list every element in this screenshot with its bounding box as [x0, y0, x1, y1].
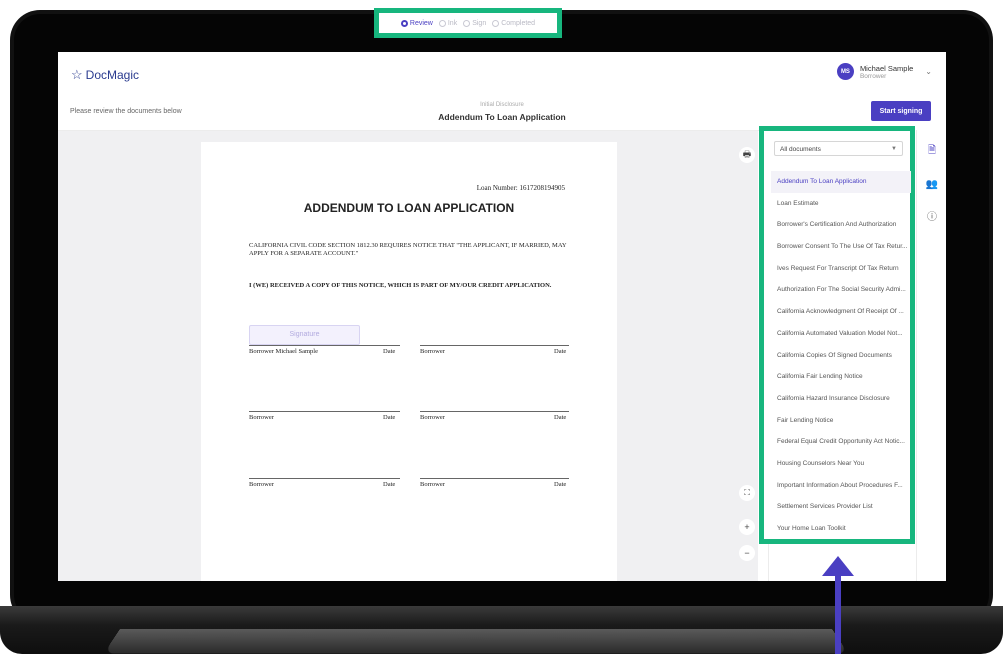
document-list-item[interactable]: Ives Request For Transcript Of Tax Retur… [771, 258, 911, 280]
document-list-item[interactable]: Addendum To Loan Application [771, 171, 911, 193]
date-label: Date [554, 481, 567, 488]
document-list-item[interactable]: California Fair Lending Notice [771, 366, 911, 388]
step-label: Sign [472, 19, 487, 27]
user-name: Michael Sample [859, 63, 914, 73]
signature-line [420, 411, 569, 412]
document-list-item[interactable]: California Automated Valuation Model Not… [771, 323, 911, 345]
date-label: Date [383, 348, 396, 355]
step-indicator-icon [400, 19, 408, 27]
document-icon[interactable]: 🗎 [925, 144, 939, 158]
top-bar: ☆ DocMagic MS Michael Sample Borrower ⌄ [58, 52, 946, 98]
zoom-in-button[interactable]: + [739, 519, 755, 535]
document-list-item[interactable]: Borrower Consent To The Use Of Tax Retur… [771, 236, 911, 258]
receipt-text: I (WE) RECEIVED A COPY OF THIS NOTICE, W… [249, 282, 552, 289]
document-list-item[interactable]: Your Home Loan Toolkit [771, 518, 911, 540]
signer-label: Borrower [420, 348, 445, 355]
document-filter-value: All documents [780, 146, 821, 153]
step-label: Review [409, 19, 433, 27]
signer-label: Borrower Michael Sample [249, 348, 318, 355]
avatar: MS [836, 63, 854, 80]
document-category: Initial Disclosure [480, 102, 524, 108]
document-list-item[interactable]: California Copies Of Signed Documents [771, 345, 911, 367]
signature-field[interactable]: Signature [249, 325, 360, 345]
document-heading: ADDENDUM TO LOAN APPLICATION [303, 201, 515, 215]
brand-name: DocMagic [85, 68, 140, 82]
start-signing-button[interactable]: Start signing [871, 101, 931, 121]
user-role: Borrower [859, 72, 887, 80]
date-label: Date [554, 414, 567, 421]
zoom-out-button[interactable]: − [739, 545, 755, 561]
signature-line [420, 478, 569, 479]
signer-label: Borrower [420, 481, 445, 488]
loan-number: Loan Number: 1617208194905 [476, 184, 565, 192]
step-ink: Ink [438, 19, 458, 27]
document-list-item[interactable]: Housing Counselors Near You [771, 453, 911, 475]
document-list-item[interactable]: California Acknowledgment Of Receipt Of … [771, 301, 911, 323]
step-review: Review [400, 19, 433, 27]
caret-down-icon: ▼ [891, 146, 897, 152]
document-viewer[interactable]: Loan Number: 1617208194905 ADDENDUM TO L… [58, 131, 758, 581]
side-rail: 🗎 👥 ⓘ [916, 130, 946, 581]
notice-text: CALIFORNIA CIVIL CODE SECTION 1812.30 RE… [249, 242, 567, 257]
signature-line [249, 411, 400, 412]
callout-arrow [835, 572, 841, 654]
date-label: Date [383, 481, 396, 488]
document-list-item[interactable]: Loan Estimate [771, 193, 911, 215]
step-indicator-icon [492, 19, 500, 27]
document-list-item[interactable]: Federal Equal Credit Opportunity Act Not… [771, 431, 911, 453]
user-menu[interactable]: MS Michael Sample Borrower ⌄ [836, 63, 932, 80]
laptop-hinge [103, 629, 849, 654]
step-completed: Completed [492, 19, 536, 27]
document-list-item[interactable]: Important Information About Procedures F… [771, 475, 911, 497]
step-indicator-icon [463, 19, 471, 27]
date-label: Date [554, 348, 567, 355]
document-page: Loan Number: 1617208194905 ADDENDUM TO L… [201, 142, 617, 581]
step-label: Completed [501, 19, 536, 27]
signer-label: Borrower [420, 414, 445, 421]
signers-icon[interactable]: 👥 [925, 177, 939, 191]
step-indicator-icon [438, 19, 446, 27]
chevron-down-icon[interactable]: ⌄ [925, 67, 932, 76]
document-filter-select[interactable]: All documents ▼ [774, 141, 903, 156]
brand-logo[interactable]: ☆ DocMagic [71, 67, 139, 83]
signature-line [420, 345, 569, 346]
document-list: Addendum To Loan Application Loan Estimat… [771, 171, 911, 540]
step-label: Ink [447, 19, 458, 27]
document-list-item[interactable]: Settlement Services Provider List [771, 496, 911, 518]
document-list-panel: All documents ▼ Addendum To Loan Applica… [759, 126, 915, 544]
document-list-item[interactable]: California Hazard Insurance Disclosure [771, 388, 911, 410]
info-icon[interactable]: ⓘ [925, 208, 939, 223]
document-list-item[interactable]: Fair Lending Notice [771, 410, 911, 432]
signer-label: Borrower [249, 481, 274, 488]
progress-steps: Review Ink Sign Completed [374, 8, 562, 38]
printer-icon[interactable]: 🖶 [739, 147, 755, 163]
document-list-item[interactable]: Authorization For The Social Security Ad… [771, 279, 911, 301]
signer-label: Borrower [249, 414, 274, 421]
document-list-item[interactable]: Borrower's Certification And Authorizati… [771, 214, 911, 236]
fullscreen-icon[interactable]: ⛶ [739, 485, 755, 501]
current-document-title: Addendum To Loan Application [438, 112, 566, 122]
signature-line [249, 345, 400, 346]
date-label: Date [383, 414, 396, 421]
step-sign: Sign [463, 19, 487, 27]
signature-line [249, 478, 400, 479]
star-outline-icon: ☆ [71, 67, 83, 82]
